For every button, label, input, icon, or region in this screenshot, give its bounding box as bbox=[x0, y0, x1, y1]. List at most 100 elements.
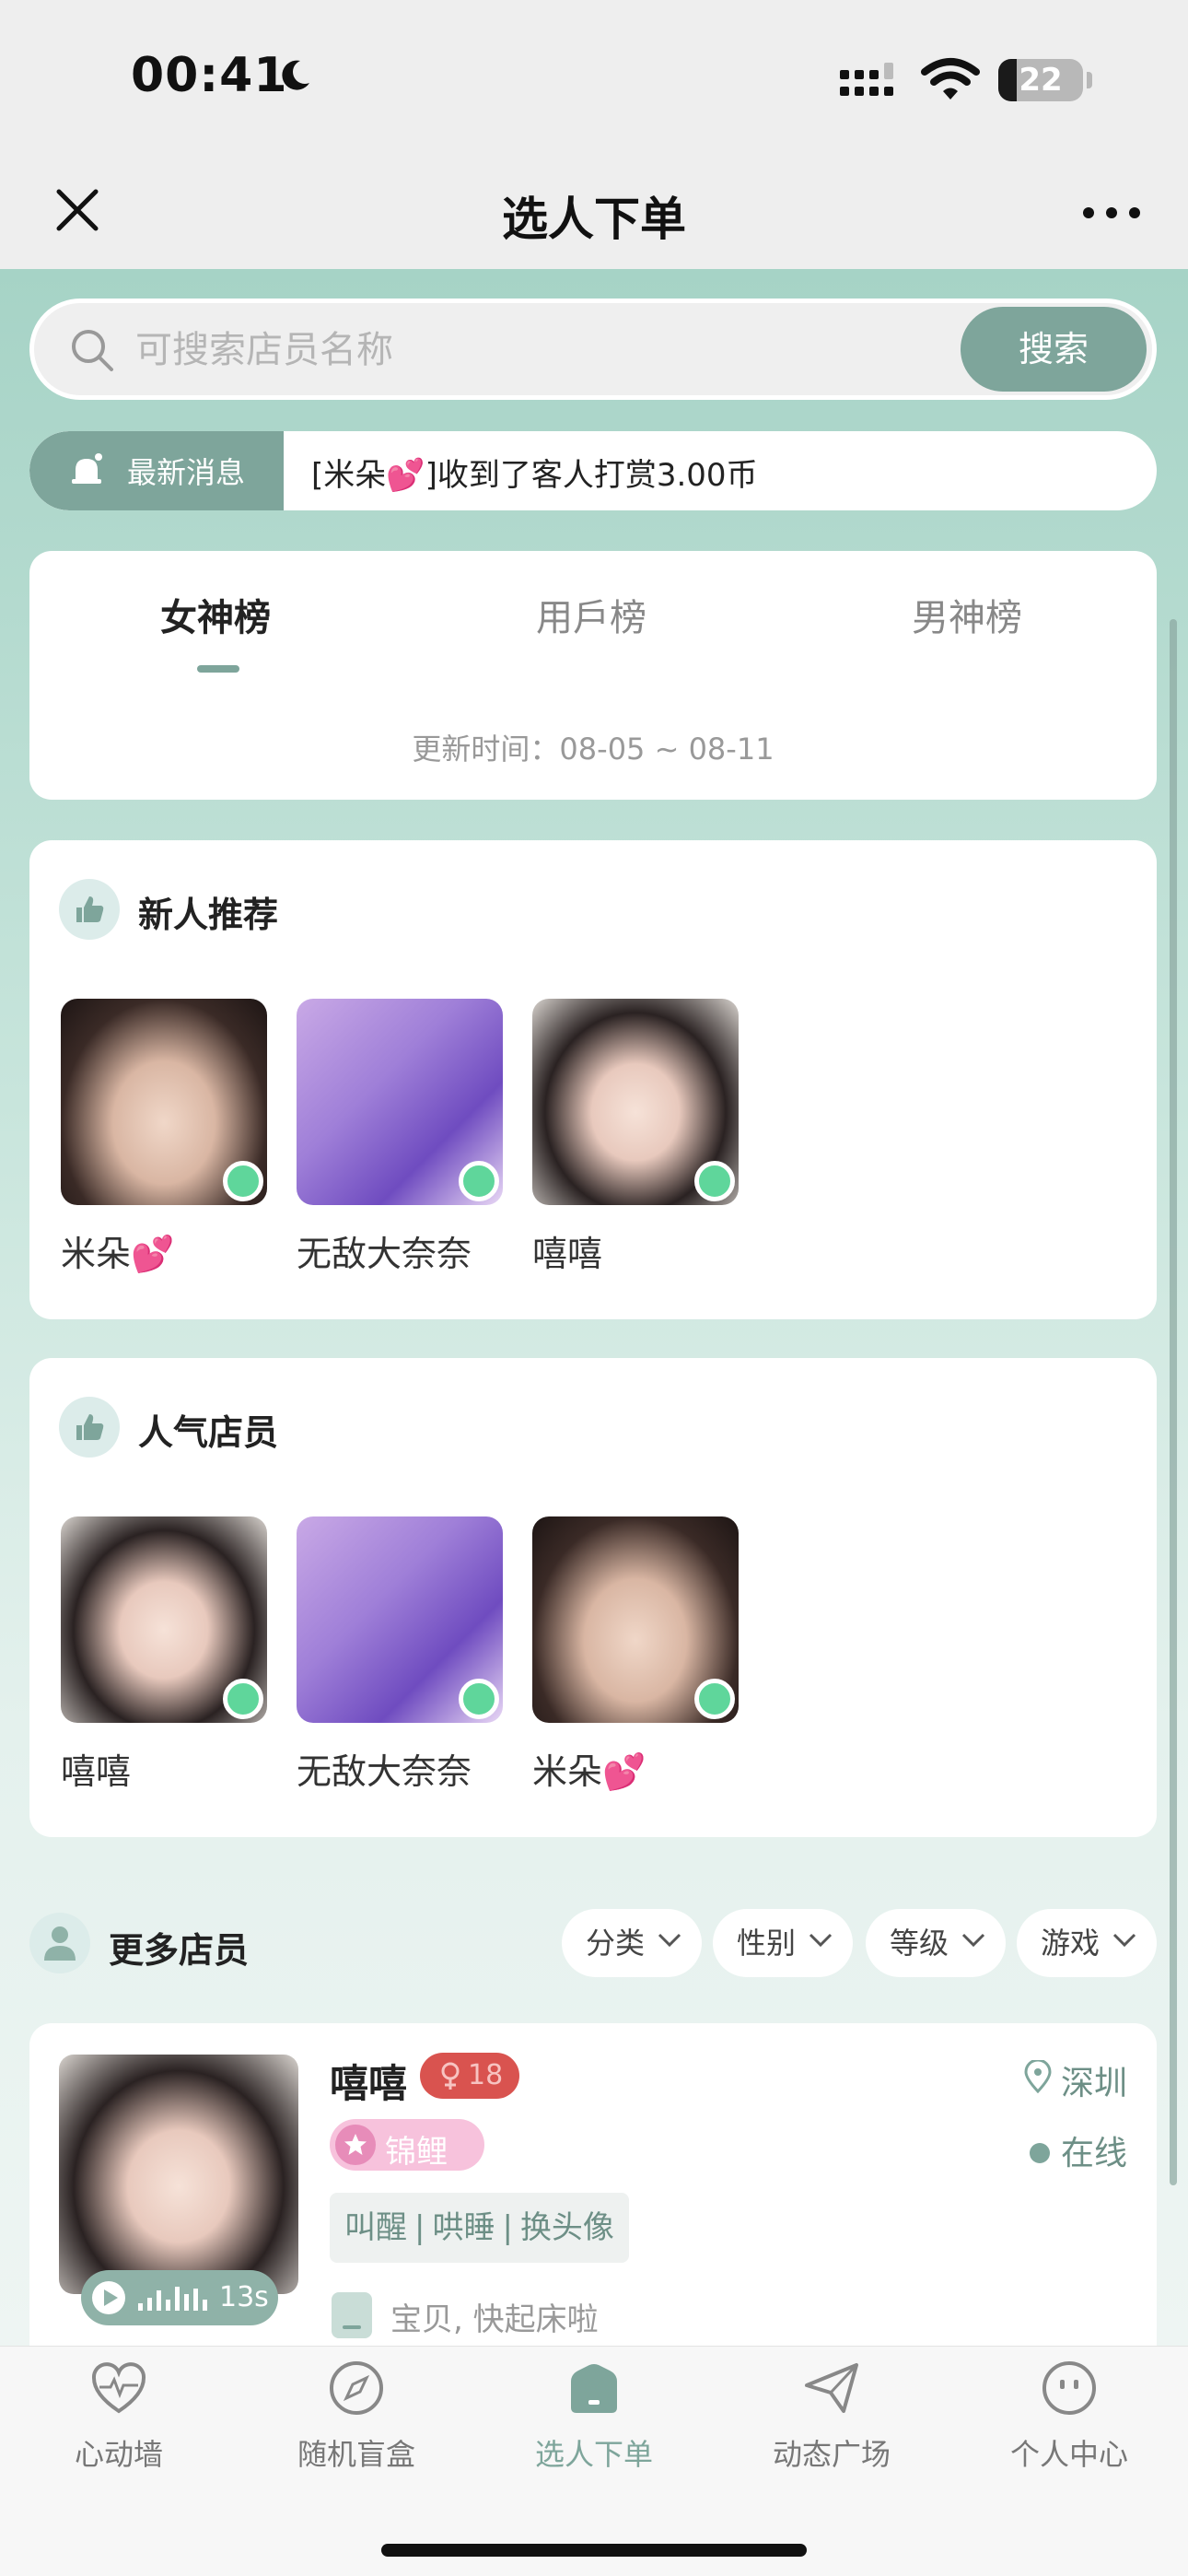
filter-level[interactable]: 等级 bbox=[866, 1909, 1006, 1977]
filter-label: 游戏 bbox=[1041, 1926, 1101, 1961]
heart-pulse-icon bbox=[91, 2362, 146, 2414]
nav-bar: 选人下单 bbox=[0, 157, 1188, 269]
popular-item[interactable]: 米朵💕 bbox=[532, 1516, 739, 1794]
staff-name: 嘻嘻 bbox=[330, 2061, 408, 2106]
filter-game[interactable]: 游戏 bbox=[1017, 1909, 1157, 1977]
staff-city: 深圳 bbox=[1061, 2065, 1128, 2102]
online-indicator bbox=[459, 1679, 499, 1719]
tab-label: 心动墙 bbox=[74, 2437, 163, 2472]
section-title: 人气店员 bbox=[138, 1412, 279, 1453]
online-indicator bbox=[459, 1161, 499, 1201]
battery-indicator: 22 bbox=[998, 59, 1083, 101]
staff-card[interactable]: 13s 嘻嘻 18 锦鲤 叫醒 | 哄睡 | 换头像 宝贝, 快起床啦 深圳 在… bbox=[29, 2023, 1157, 2346]
news-tag: 最新消息 bbox=[29, 431, 284, 510]
staff-age: 18 bbox=[468, 2059, 504, 2091]
section-title: 新人推荐 bbox=[138, 895, 279, 935]
note-icon bbox=[332, 2292, 372, 2338]
more-staff-header: 更多店员 分类 性别 等级 游戏 bbox=[29, 1909, 1157, 1983]
status-time: 00:41 bbox=[131, 48, 288, 103]
recommend-item[interactable]: 无敌大奈奈 bbox=[297, 999, 503, 1276]
online-indicator bbox=[694, 1161, 735, 1201]
online-indicator bbox=[223, 1161, 263, 1201]
main-content[interactable]: 搜索 最新消息 [米朵💕]收到了客人打赏3.00币 女神榜 用戶榜 男神榜 更新… bbox=[0, 269, 1188, 2346]
staff-name: 无敌大奈奈 bbox=[297, 1234, 472, 1274]
play-icon bbox=[92, 2281, 125, 2314]
level-badge: 锦鲤 bbox=[330, 2119, 484, 2171]
recommend-item[interactable]: 米朵💕 bbox=[61, 999, 267, 1276]
staff-photo bbox=[61, 1516, 267, 1723]
moon-icon bbox=[282, 60, 309, 90]
tab-label: 选人下单 bbox=[534, 2437, 653, 2472]
news-text: [米朵💕]收到了客人打赏3.00币 bbox=[311, 457, 758, 494]
online-indicator bbox=[223, 1679, 263, 1719]
voice-length: 13s bbox=[219, 2281, 269, 2313]
staff-photo bbox=[297, 999, 503, 1205]
online-indicator bbox=[694, 1679, 735, 1719]
female-icon bbox=[441, 2062, 460, 2090]
popular-item[interactable]: 嘻嘻 bbox=[61, 1516, 267, 1794]
staff-signature: 宝贝, 快起床啦 bbox=[390, 2301, 599, 2338]
tab-profile[interactable]: 个人中心 bbox=[950, 2358, 1188, 2496]
filter-label: 性别 bbox=[737, 1926, 797, 1961]
level-name: 锦鲤 bbox=[385, 2134, 448, 2171]
battery-tip bbox=[1087, 72, 1092, 88]
staff-name: 米朵💕 bbox=[532, 1751, 646, 1792]
home-indicator[interactable] bbox=[381, 2544, 807, 2557]
tab-moments[interactable]: 动态广场 bbox=[713, 2358, 950, 2496]
home-icon bbox=[571, 2364, 617, 2413]
ranking-update-time: 更新时间：08-05 ~ 08-11 bbox=[412, 732, 775, 767]
smiley-face-icon bbox=[1042, 2361, 1096, 2415]
location-pin-icon bbox=[1024, 2060, 1052, 2093]
staff-photo bbox=[297, 1516, 503, 1723]
chevron-down-icon bbox=[1112, 1933, 1136, 1948]
active-tab-indicator bbox=[197, 665, 239, 673]
tab-male-god-ranking[interactable]: 男神榜 bbox=[912, 588, 1022, 641]
tab-select-order[interactable]: 选人下单 bbox=[475, 2358, 713, 2496]
page-title: 选人下单 bbox=[502, 193, 686, 246]
search-input[interactable] bbox=[135, 318, 872, 382]
filter-label: 分类 bbox=[586, 1926, 646, 1961]
search-bar: 搜索 bbox=[29, 299, 1157, 400]
search-icon bbox=[72, 330, 113, 371]
popular-staff-card: 人气店员 嘻嘻 无敌大奈奈 米朵💕 bbox=[29, 1358, 1157, 1837]
paper-plane-icon bbox=[805, 2363, 858, 2413]
user-icon bbox=[29, 1913, 90, 1973]
filter-label: 等级 bbox=[890, 1926, 949, 1961]
filter-category[interactable]: 分类 bbox=[562, 1909, 702, 1977]
service-tag: 哄睡 bbox=[432, 2209, 495, 2246]
more-icon[interactable] bbox=[1079, 190, 1144, 236]
tab-goddess-ranking[interactable]: 女神榜 bbox=[160, 588, 271, 641]
staff-name: 无敌大奈奈 bbox=[297, 1751, 472, 1792]
filter-gender[interactable]: 性别 bbox=[713, 1909, 853, 1977]
recommend-item[interactable]: 嘻嘻 bbox=[532, 999, 739, 1276]
popular-item[interactable]: 无敌大奈奈 bbox=[297, 1516, 503, 1794]
voice-intro-button[interactable]: 13s bbox=[81, 2270, 278, 2325]
chevron-down-icon bbox=[961, 1933, 985, 1948]
status-bar: 00:41 22 bbox=[0, 0, 1188, 157]
staff-online-status: 在线 bbox=[1061, 2135, 1128, 2172]
compass-icon bbox=[330, 2361, 383, 2415]
tab-user-ranking[interactable]: 用戶榜 bbox=[536, 588, 646, 641]
tab-label: 个人中心 bbox=[1009, 2437, 1128, 2472]
tag-divider: | bbox=[414, 2209, 425, 2246]
online-status-dot bbox=[1030, 2143, 1050, 2163]
tab-random-box[interactable]: 随机盲盒 bbox=[238, 2358, 475, 2496]
search-button[interactable]: 搜索 bbox=[961, 307, 1147, 392]
service-tag: 叫醒 bbox=[344, 2209, 407, 2246]
cellular-signal-icon bbox=[840, 63, 893, 96]
battery-level: 22 bbox=[1019, 62, 1063, 99]
new-recommend-card: 新人推荐 米朵💕 无敌大奈奈 嘻嘻 bbox=[29, 840, 1157, 1319]
news-ticker[interactable]: 最新消息 [米朵💕]收到了客人打赏3.00币 bbox=[29, 431, 1157, 510]
service-tag: 换头像 bbox=[519, 2209, 614, 2246]
bell-icon bbox=[72, 453, 102, 484]
section-title: 更多店员 bbox=[109, 1930, 250, 1971]
staff-photo bbox=[532, 1516, 739, 1723]
staff-photo bbox=[59, 2055, 298, 2294]
news-tag-label: 最新消息 bbox=[127, 455, 246, 490]
staff-name: 米朵💕 bbox=[61, 1234, 175, 1274]
scrollbar[interactable] bbox=[1170, 619, 1177, 2185]
tab-heart-wall[interactable]: 心动墙 bbox=[0, 2358, 238, 2496]
gender-age-badge: 18 bbox=[420, 2053, 519, 2099]
star-icon bbox=[335, 2125, 376, 2165]
thumbs-up-icon bbox=[59, 879, 120, 940]
